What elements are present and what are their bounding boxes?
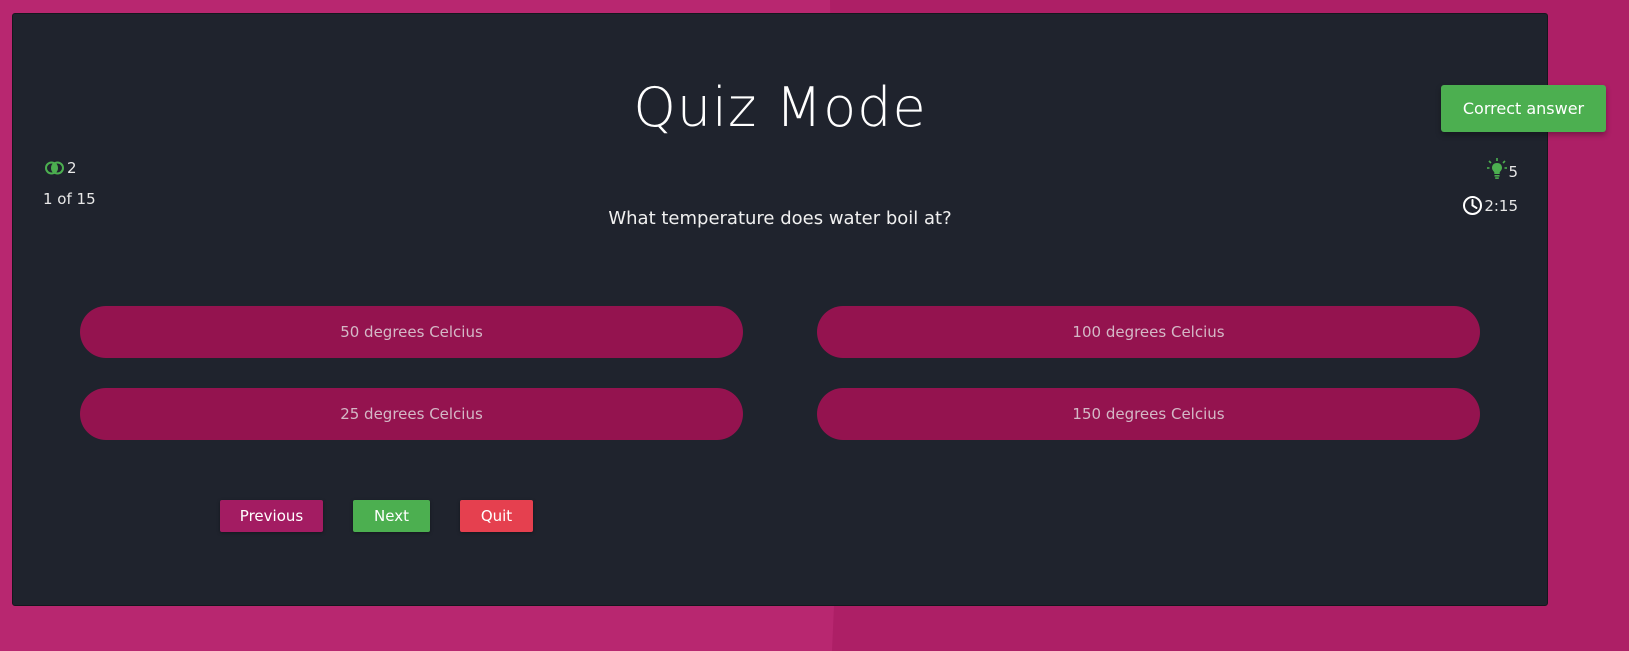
answer-option-2[interactable]: 100 degrees Celcius	[817, 306, 1480, 358]
quiz-panel: Quiz Mode 2 1 of 15 5 2:15 What temperat	[12, 13, 1548, 606]
lives-value: 2	[67, 159, 77, 177]
question-progress: 1 of 15	[43, 190, 96, 208]
answer-option-4[interactable]: 150 degrees Celcius	[817, 388, 1480, 440]
page-title: Quiz Mode	[633, 76, 927, 139]
answer-option-3[interactable]: 25 degrees Celcius	[80, 388, 743, 440]
previous-button[interactable]: Previous	[220, 500, 323, 532]
next-button[interactable]: Next	[353, 500, 430, 532]
question-text: What temperature does water boil at?	[608, 208, 952, 229]
correct-answer-toast: Correct answer	[1441, 85, 1606, 132]
quit-button[interactable]: Quit	[460, 500, 533, 532]
lightbulb-icon[interactable]	[1486, 157, 1508, 181]
answer-option-1[interactable]: 50 degrees Celcius	[80, 306, 743, 358]
lives-counter: 2	[44, 159, 77, 177]
hints-value: 5	[1508, 163, 1518, 181]
hints-counter[interactable]: 5	[1486, 157, 1518, 181]
lives-rings-icon	[45, 161, 64, 175]
